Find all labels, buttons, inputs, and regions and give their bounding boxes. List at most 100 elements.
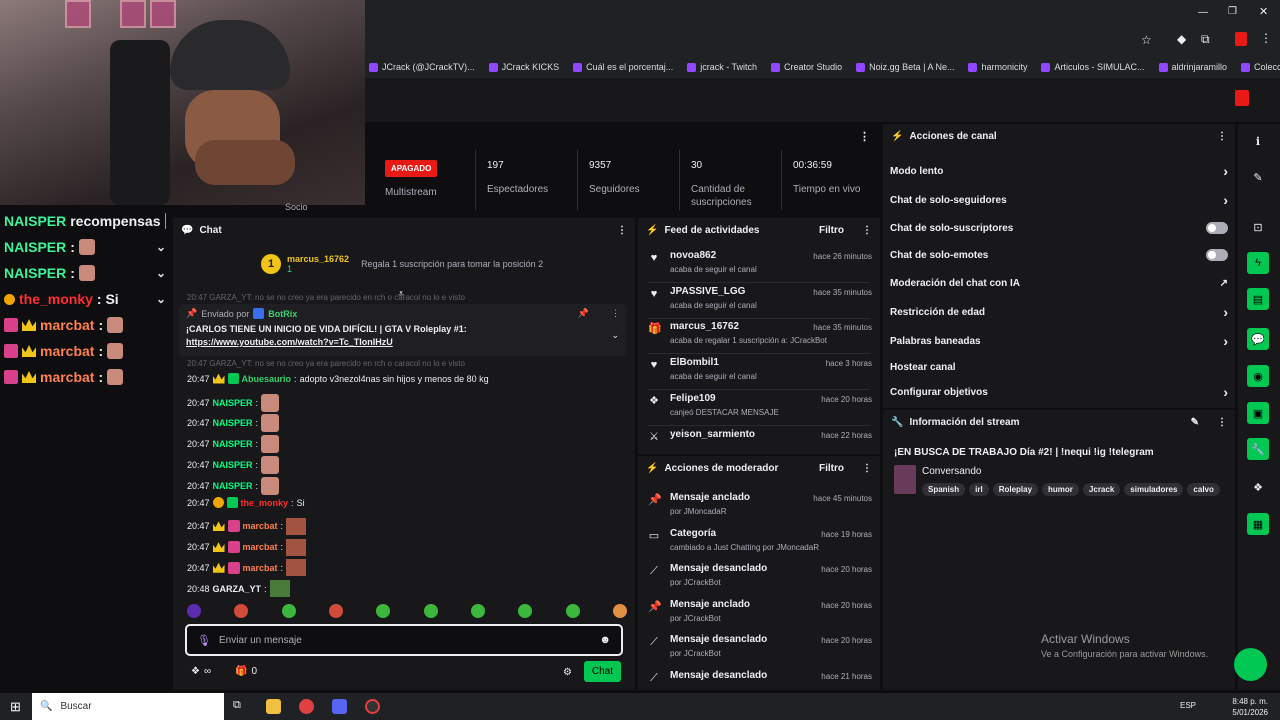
channel-action-row[interactable]: Chat de solo-seguidores › <box>890 189 1228 211</box>
system-tray[interactable]: ESP 8:48 p. m. 5/01/2026 <box>1180 696 1268 718</box>
feed-item[interactable]: ♥ JPASSIVE_LGG acaba de seguir el canal hac… <box>648 284 872 318</box>
close-icon[interactable]: ✕ <box>1259 5 1268 18</box>
tool-icon[interactable]: 🔧 <box>1247 438 1269 460</box>
message-username[interactable]: NAISPER <box>213 398 253 408</box>
chevron-down-icon[interactable]: ⌄ <box>611 330 619 341</box>
chevron-right-icon[interactable]: › <box>1223 304 1228 320</box>
emote-button[interactable] <box>612 604 627 618</box>
emote-button[interactable] <box>187 604 201 618</box>
info-icon[interactable]: ℹ <box>1247 130 1269 152</box>
chevron-down-icon[interactable]: ⌄ <box>156 240 166 254</box>
bookmark-item[interactable]: jcrack - Twitch <box>687 62 757 72</box>
bookmark-item[interactable]: aldrinjaramillo <box>1158 62 1227 72</box>
chevron-right-icon[interactable]: › <box>1223 192 1228 208</box>
emote-button[interactable] <box>565 604 580 618</box>
stats-menu-icon[interactable]: ⋮ <box>859 130 870 143</box>
channel-action-row[interactable]: Moderación del chat con IA ↗ <box>890 272 1228 294</box>
emote-button[interactable] <box>281 604 296 618</box>
emote-button[interactable] <box>234 604 249 618</box>
bookmark-item[interactable]: JCrack (@JCrackTV)... <box>369 62 475 72</box>
feed-item[interactable]: ❖ Felipe109 canjeó DESTACAR MENSAJE hace 20… <box>648 391 872 425</box>
bookmark-item[interactable]: Cuál es el porcentaj... <box>573 62 673 72</box>
stream-tag[interactable]: Jcrack <box>1082 483 1121 496</box>
mod-action-item[interactable]: ▭ Categoría cambiado a Just Chatting por J… <box>648 526 872 560</box>
channel-action-row[interactable]: Hostear canal <box>890 356 1228 378</box>
bookmark-item[interactable]: Colección de M_blei... <box>1241 62 1280 72</box>
message-username[interactable]: NAISPER <box>213 418 253 428</box>
chevron-down-icon[interactable]: ⌄ <box>156 292 166 306</box>
emote-button[interactable] <box>328 604 343 618</box>
stream-tag[interactable]: calvo <box>1187 483 1220 496</box>
channel-points[interactable]: ❖ ∞ <box>191 666 211 677</box>
toggle-switch[interactable] <box>1206 222 1228 234</box>
extension-icon[interactable]: ◆ <box>1177 32 1186 46</box>
clapper-icon[interactable]: ▦ <box>1247 513 1269 535</box>
message-username[interactable]: GARZA_YT <box>213 584 262 594</box>
chrome-icon[interactable] <box>299 699 314 714</box>
bookmark-item[interactable]: Creator Studio <box>771 62 842 72</box>
bookmark-star-icon[interactable]: ☆ <box>1141 33 1152 47</box>
emote-button[interactable] <box>470 604 485 618</box>
pinned-menu-icon[interactable]: ⋮ <box>611 308 620 319</box>
profile-avatar[interactable] <box>1235 32 1247 46</box>
feed-menu-icon[interactable]: ⋮ <box>862 225 872 236</box>
hype-leaderboard[interactable]: 1 marcus_16762 1 Regala 1 suscripción par… <box>261 254 543 274</box>
windows-start-icon[interactable]: ⊞ <box>10 699 21 715</box>
power-icon[interactable]: ϟ <box>1247 252 1269 274</box>
channel-action-row[interactable]: Configurar objetivos › <box>890 381 1228 403</box>
channel-action-row[interactable]: Chat de solo-suscriptores <box>890 217 1228 239</box>
stream-tag[interactable]: irl <box>969 483 989 496</box>
puzzle-icon[interactable]: ⧉ <box>1201 32 1210 47</box>
emote-bar[interactable] <box>187 604 627 620</box>
mod-action-item[interactable]: 📌 Mensaje anclado por JCrackBot hace 20 hor… <box>648 597 872 631</box>
send-chat-button[interactable]: Chat <box>583 661 621 682</box>
message-username[interactable]: marcbat <box>243 542 278 552</box>
address-bar[interactable]: ☆ ◆ ⧉ ⋮ <box>365 26 1280 56</box>
message-username[interactable]: marcbat <box>243 563 278 573</box>
channel-action-row[interactable]: Modo lento › <box>890 160 1228 182</box>
minimize-icon[interactable]: — <box>1198 7 1208 18</box>
mic-icon[interactable]: 🎙 <box>197 634 211 647</box>
feed-filter-button[interactable]: Filtro <box>819 225 844 236</box>
emote-button[interactable] <box>423 604 438 618</box>
taskbar-search[interactable]: 🔍 Buscar <box>32 693 224 720</box>
message-username[interactable]: the_monky <box>241 498 289 508</box>
channel-action-row[interactable]: Chat de solo-emotes <box>890 244 1228 266</box>
clip-icon[interactable]: ⊡ <box>1247 216 1269 238</box>
stream-tag[interactable]: Spanish <box>922 483 966 496</box>
info-menu-icon[interactable]: ⋮ <box>1217 417 1227 428</box>
multistream-status-badge[interactable]: APAGADO <box>385 160 438 177</box>
message-username[interactable]: NAISPER <box>213 460 253 470</box>
mod-action-item[interactable]: ⟋ Mensaje desanclado por JCrackBot hace 20 … <box>648 561 872 595</box>
feed-item[interactable]: ♥ novoa862 acaba de seguir el canal hace 26… <box>648 248 872 282</box>
bookmark-item[interactable]: Articulos - SIMULAC... <box>1041 62 1145 72</box>
chevron-right-icon[interactable]: › <box>1223 333 1228 349</box>
broadcast-icon[interactable]: ◉ <box>1247 365 1269 387</box>
notes-icon[interactable]: ▤ <box>1247 288 1269 310</box>
task-view-icon[interactable]: ⧉ <box>233 699 241 712</box>
pinned-link[interactable]: https://www.youtube.com/watch?v=Tc_TIonI… <box>186 337 620 347</box>
points-sidebar-icon[interactable]: ❖ <box>1247 476 1269 498</box>
edit-pencil-icon[interactable]: ✎ <box>1191 417 1199 428</box>
chevron-down-icon[interactable]: ⌄ <box>156 266 166 280</box>
maximize-icon[interactable]: ❐ <box>1228 6 1237 17</box>
chat-bubble-icon[interactable]: 💬 <box>1247 328 1269 350</box>
unpin-icon[interactable]: 📌 <box>578 308 589 319</box>
file-explorer-icon[interactable] <box>266 699 281 714</box>
channel-action-row[interactable]: Restricción de edad › <box>890 301 1228 323</box>
channel-action-row[interactable]: Palabras baneadas › <box>890 330 1228 352</box>
emote-button[interactable] <box>376 604 391 618</box>
chevron-right-icon[interactable]: › <box>1223 384 1228 400</box>
user-avatar[interactable] <box>1235 90 1249 106</box>
message-username[interactable]: marcbat <box>243 521 278 531</box>
canal-menu-icon[interactable]: ⋮ <box>1217 131 1227 142</box>
stream-tag[interactable]: humor <box>1042 483 1079 496</box>
save-icon[interactable]: ▣ <box>1247 402 1269 424</box>
bookmark-item[interactable]: Noiz.gg Beta | A Ne... <box>856 62 954 72</box>
bookmark-item[interactable]: JCrack KICKS <box>488 62 559 72</box>
mod-action-item[interactable]: ⟋ Mensaje desanclado por JCrackBot hace 20 … <box>648 632 872 666</box>
chevron-right-icon[interactable]: › <box>1223 163 1228 179</box>
mod-filter-button[interactable]: Filtro <box>819 463 844 474</box>
status-indicator[interactable] <box>1234 648 1267 681</box>
message-username[interactable]: NAISPER <box>213 481 253 491</box>
